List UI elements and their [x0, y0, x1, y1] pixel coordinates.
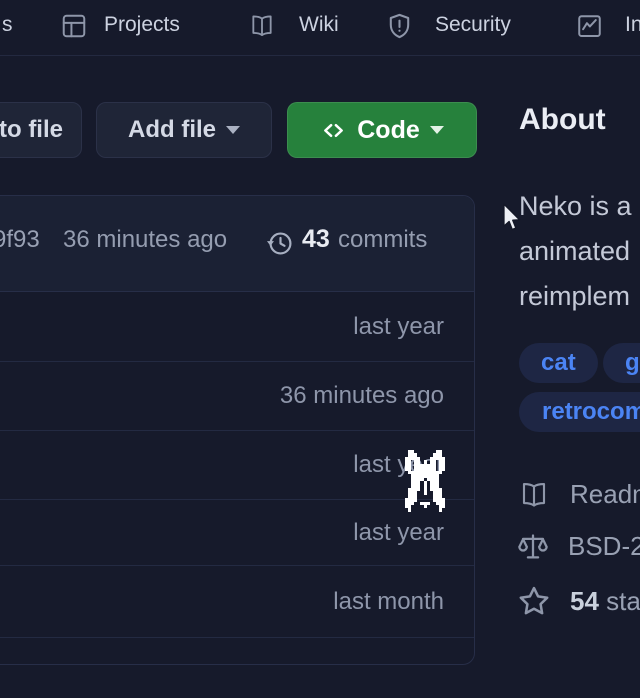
stars-count: 54	[570, 586, 599, 616]
readme-link[interactable]: Readme	[516, 479, 640, 510]
file-updated-date[interactable]: last month	[333, 588, 444, 616]
go-to-file-label: Go to file	[0, 116, 63, 144]
topic-tag-go[interactable]: go	[603, 343, 640, 383]
file-row[interactable]	[0, 638, 474, 698]
file-row[interactable]: 36 minutes ago	[0, 362, 474, 431]
stars-link[interactable]: 54 stars	[516, 583, 640, 619]
tab-actions-partial[interactable]: s	[2, 13, 13, 37]
file-row[interactable]: last year	[0, 500, 474, 566]
repo-tab-bar: s Projects Wiki Security In	[0, 0, 640, 56]
star-icon	[516, 583, 552, 619]
commit-count[interactable]: 43	[302, 225, 330, 254]
mouse-cursor-icon	[502, 203, 522, 236]
tab-insights-partial[interactable]: In	[625, 13, 640, 37]
wiki-book-icon	[248, 13, 276, 39]
add-file-button[interactable]: Add file	[96, 102, 272, 158]
readme-label: Readme	[570, 479, 640, 510]
tab-security[interactable]: Security	[435, 13, 511, 37]
topic-tag-label: cat	[541, 349, 576, 377]
code-button[interactable]: Code	[287, 102, 477, 158]
topic-tag-label: retrocomp	[542, 398, 640, 426]
readme-book-icon	[516, 480, 552, 510]
license-scales-icon	[516, 527, 550, 565]
chevron-down-icon	[226, 126, 240, 134]
description-line: Neko is a	[519, 184, 632, 229]
file-row[interactable]: last year	[0, 431, 474, 500]
tab-projects[interactable]: Projects	[104, 13, 180, 37]
stars-label: stars	[606, 586, 640, 616]
topic-tag-retrocomputing[interactable]: retrocomp	[519, 392, 640, 432]
file-updated-date[interactable]: 36 minutes ago	[280, 382, 444, 410]
file-table: 9f93 36 minutes ago 43 commits last year…	[0, 195, 475, 665]
commits-label[interactable]: commits	[338, 226, 427, 254]
commit-hash[interactable]: 9f93	[0, 226, 40, 254]
tab-wiki[interactable]: Wiki	[299, 13, 339, 37]
about-heading: About	[519, 103, 606, 137]
add-file-label: Add file	[128, 116, 216, 144]
file-row[interactable]: last month	[0, 566, 474, 638]
topic-tag-label: go	[625, 349, 640, 377]
repo-description: Neko is a animated reimplem	[519, 184, 632, 319]
go-to-file-button[interactable]: Go to file	[0, 102, 82, 158]
code-label: Code	[357, 116, 420, 145]
chevron-down-icon	[430, 126, 444, 134]
file-row[interactable]: last year	[0, 292, 474, 362]
neko-cat-sprite	[405, 450, 445, 512]
topic-tag-cat[interactable]: cat	[519, 343, 598, 383]
insights-graph-icon	[575, 12, 604, 40]
license-link[interactable]: BSD-2	[516, 527, 640, 565]
latest-commit-bar: 9f93 36 minutes ago 43 commits	[0, 196, 474, 292]
file-updated-date[interactable]: last year	[353, 313, 444, 341]
commit-time[interactable]: 36 minutes ago	[63, 226, 227, 254]
history-icon	[266, 229, 295, 263]
description-line: animated	[519, 229, 632, 274]
description-line: reimplem	[519, 274, 632, 319]
projects-icon	[60, 12, 88, 40]
code-brackets-icon	[320, 119, 347, 142]
license-label: BSD-2	[568, 531, 640, 562]
file-updated-date[interactable]: last year	[353, 519, 444, 547]
security-shield-icon	[385, 11, 414, 41]
